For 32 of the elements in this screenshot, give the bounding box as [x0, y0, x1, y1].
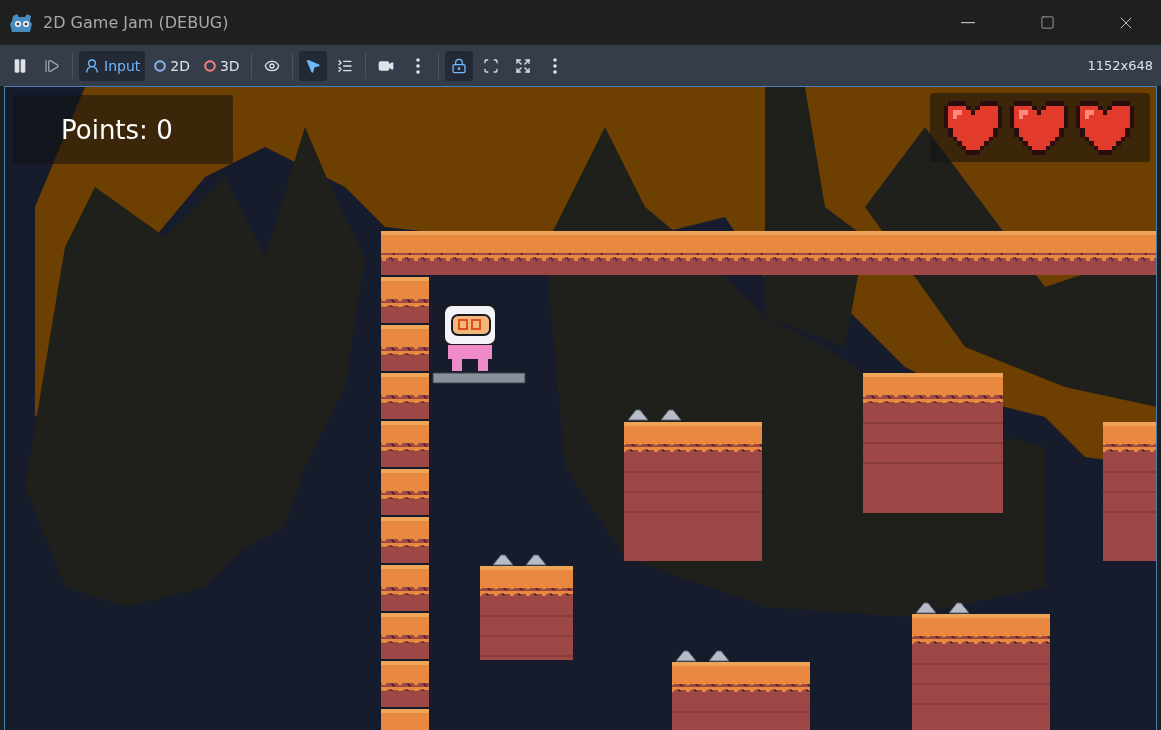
input-button[interactable]: Input: [79, 50, 146, 81]
resolution-label: 1152x648: [1087, 58, 1153, 73]
maximize-icon: [1039, 15, 1055, 30]
mode-button[interactable]: 2D: [149, 50, 195, 81]
mode-button[interactable]: 3D: [198, 50, 245, 81]
corners-icon: [482, 57, 499, 74]
more-icon: [552, 57, 557, 74]
ground-block: [381, 517, 429, 563]
ground-block: [381, 709, 429, 730]
points-label: Points: 0: [61, 114, 173, 145]
expand-icon: [514, 57, 531, 74]
list-icon: [336, 57, 353, 74]
app-logo-icon: [10, 11, 34, 34]
ground-block: [381, 469, 429, 515]
pointer-button[interactable]: [298, 50, 327, 81]
head-icon: [84, 57, 100, 74]
astronaut-character: [443, 304, 497, 371]
pause-icon: [12, 57, 28, 74]
step-icon: [44, 57, 60, 74]
more-icon: [415, 57, 420, 74]
ground-block: [381, 325, 429, 371]
ground-block: [381, 373, 429, 419]
lock-button[interactable]: [444, 50, 473, 81]
minimize-icon: [961, 21, 975, 24]
ground-block: [381, 277, 429, 323]
ground-block: [381, 565, 429, 611]
ground-block: [381, 421, 429, 467]
window-title: 2D Game Jam (DEBUG): [43, 13, 230, 32]
lock-icon: [450, 57, 467, 74]
ground-block: [381, 661, 429, 707]
pointer-icon: [304, 57, 321, 74]
ground-block: [381, 613, 429, 659]
